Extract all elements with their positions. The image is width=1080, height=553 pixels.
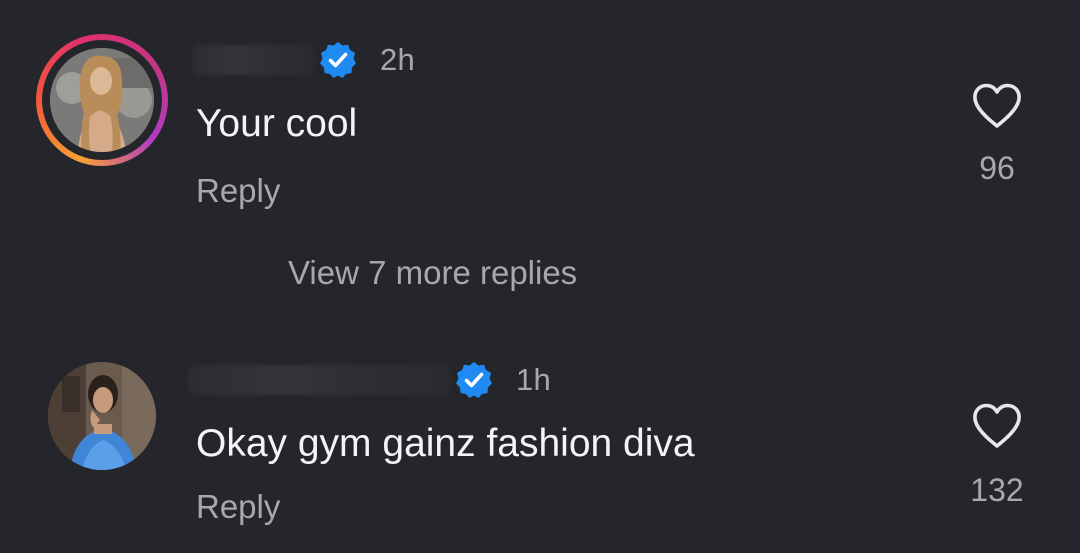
heart-outline-icon[interactable] bbox=[971, 82, 1023, 130]
verified-badge-icon bbox=[320, 42, 356, 78]
comment-text: Your cool bbox=[196, 102, 358, 145]
view-more-replies-button[interactable]: View 7 more replies bbox=[288, 254, 577, 292]
comment-header: 2h bbox=[192, 38, 415, 82]
comment-text: Okay gym gainz fashion diva bbox=[196, 422, 695, 465]
avatar bbox=[50, 48, 154, 152]
username-redacted[interactable] bbox=[188, 365, 450, 395]
comment-timestamp: 1h bbox=[516, 362, 552, 397]
reply-button[interactable]: Reply bbox=[196, 172, 280, 210]
avatar-story-ring[interactable] bbox=[36, 34, 168, 166]
avatar-photo bbox=[50, 48, 154, 152]
comment-item: 1h Okay gym gainz fashion diva Reply 132 bbox=[0, 340, 1080, 553]
avatar-photo bbox=[48, 362, 156, 470]
like-control: 96 bbox=[937, 82, 1057, 187]
comment-item: 2h Your cool Reply 96 View 7 more replie… bbox=[0, 0, 1080, 291]
like-count: 96 bbox=[979, 150, 1015, 186]
like-count: 132 bbox=[970, 472, 1024, 508]
avatar[interactable] bbox=[48, 362, 156, 470]
heart-outline-icon[interactable] bbox=[971, 402, 1023, 450]
reply-button[interactable]: Reply bbox=[196, 488, 280, 526]
like-control: 132 bbox=[937, 402, 1057, 509]
comments-thread: 2h Your cool Reply 96 View 7 more replie… bbox=[0, 0, 1080, 553]
comment-header: 1h bbox=[188, 358, 551, 402]
comment-timestamp: 2h bbox=[380, 42, 416, 77]
username-redacted[interactable] bbox=[192, 45, 314, 75]
verified-badge-icon bbox=[456, 362, 492, 398]
